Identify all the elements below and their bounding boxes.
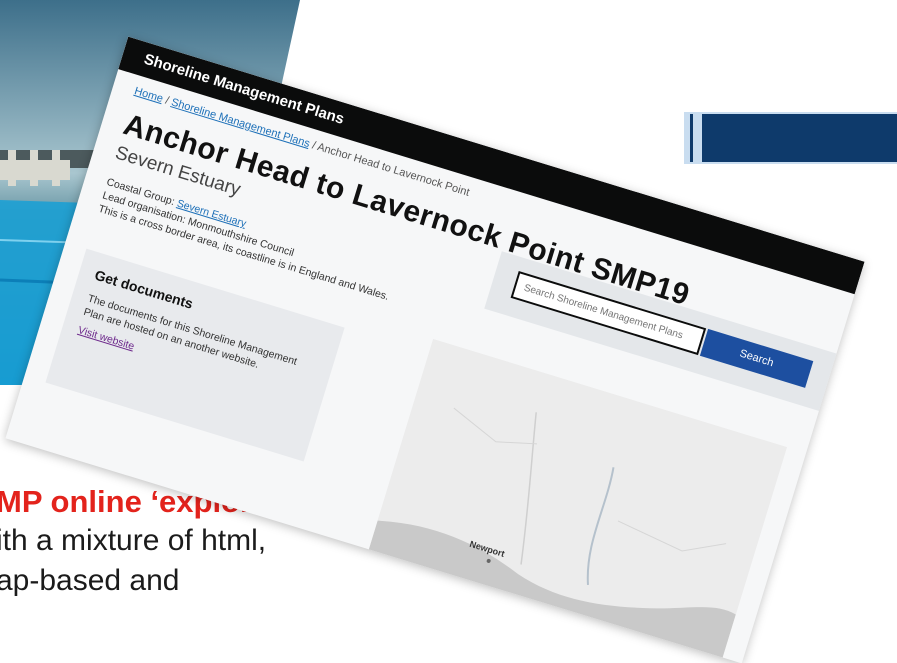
- accent-inner: [702, 114, 897, 162]
- caption-text-line: ith a mixture of html,: [0, 524, 267, 557]
- breadcrumb-home-link[interactable]: Home: [133, 85, 165, 105]
- caption-text-line: ap-based and: [0, 564, 180, 597]
- accent-bar: [690, 114, 693, 162]
- accent-box: [684, 112, 897, 164]
- documents-panel: Get documents The documents for this Sho…: [45, 248, 345, 462]
